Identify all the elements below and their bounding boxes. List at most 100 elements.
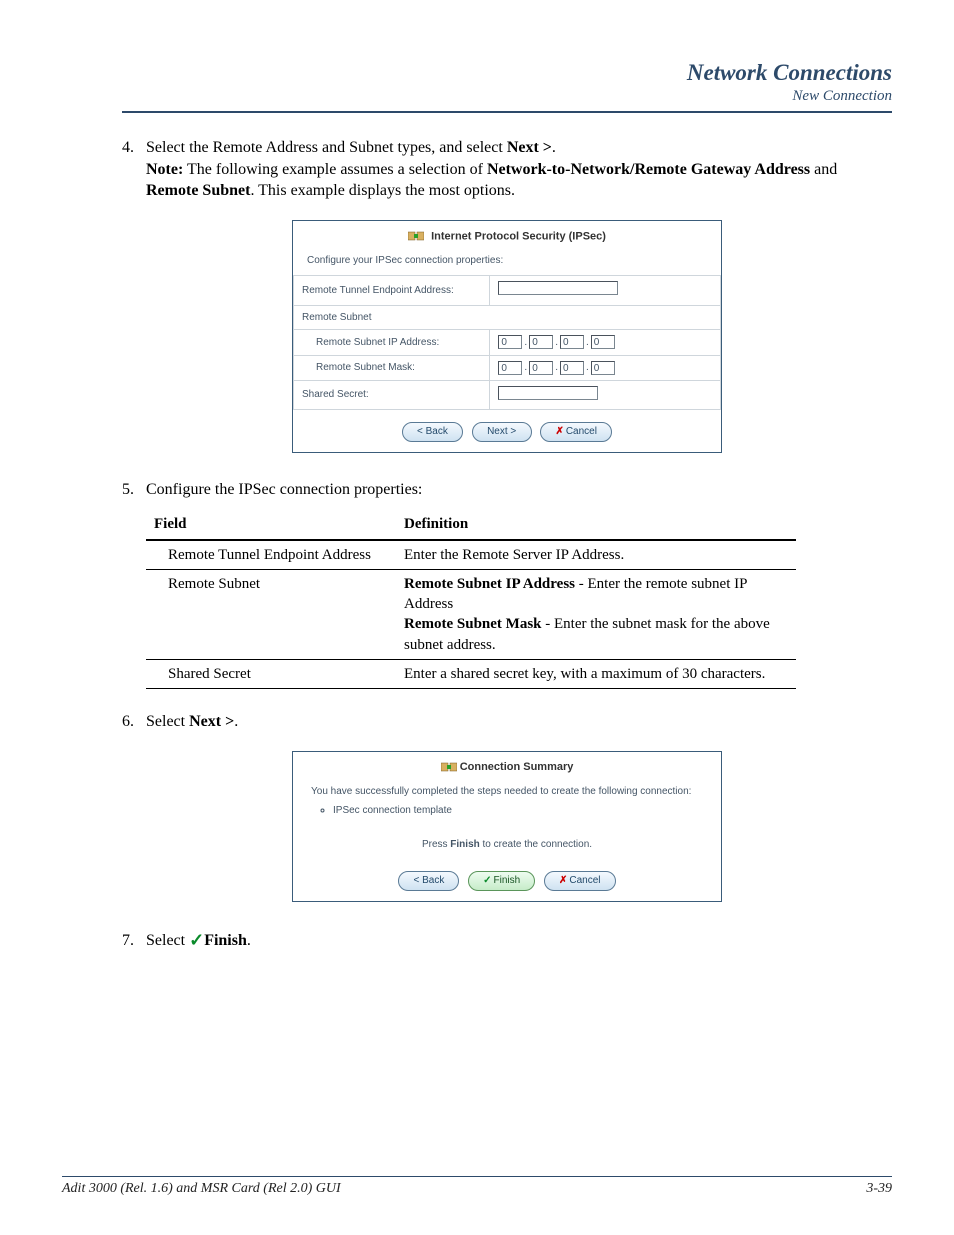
definition-table: Field Definition Remote Tunnel Endpoint … (146, 510, 796, 689)
def-definition-subnet: Remote Subnet IP Address - Enter the rem… (396, 569, 796, 659)
dot: . (522, 361, 529, 375)
cell-subnet-ip: 0.0.0.0 (490, 330, 721, 355)
step-7-text-a: Select (146, 932, 189, 949)
check-icon: ✓ (483, 875, 491, 886)
summary-message: You have successfully completed the step… (293, 779, 721, 799)
dot: . (522, 336, 529, 350)
endpoint-address-input[interactable] (498, 281, 618, 295)
step-4-text-c: . (552, 139, 556, 156)
row-subnet-ip: Remote Subnet IP Address: 0.0.0.0 (294, 330, 721, 355)
running-header: Network Connections New Connection (122, 60, 892, 105)
step-4-text-a: Select the Remote Address and Subnet typ… (146, 139, 507, 156)
ipsec-button-row: < Back Next > ✗Cancel (293, 410, 721, 452)
footer-page-number: 3-39 (866, 1181, 892, 1197)
x-icon: ✗ (555, 426, 563, 437)
step-7-text-c: . (247, 932, 251, 949)
figure-1-wrap: Internet Protocol Security (IPSec) Confi… (122, 220, 892, 453)
check-icon: ✓ (189, 930, 204, 950)
def-definition-endpoint: Enter the Remote Server IP Address. (396, 540, 796, 570)
subnet-ip-octet-3[interactable]: 0 (560, 335, 584, 349)
press-c: to create the connection. (480, 839, 592, 850)
press-a: Press (422, 839, 450, 850)
subnet-ip-octet-4[interactable]: 0 (591, 335, 615, 349)
label-remote-subnet: Remote Subnet (294, 305, 721, 330)
cell-endpoint-input (490, 276, 721, 306)
label-endpoint: Remote Tunnel Endpoint Address: (294, 276, 490, 306)
label-subnet-mask: Remote Subnet Mask: (294, 355, 490, 380)
footer-left: Adit 3000 (Rel. 1.6) and MSR Card (Rel 2… (62, 1181, 341, 1197)
chapter-title: Network Connections (122, 60, 892, 86)
def-header-definition: Definition (396, 510, 796, 539)
finish-button[interactable]: ✓Finish (468, 871, 535, 891)
cancel-button[interactable]: ✗Cancel (544, 871, 616, 891)
step-number: 5. (122, 479, 146, 501)
finish-button-label: Finish (494, 875, 521, 886)
step-6-next-label: Next > (189, 713, 234, 730)
subnet-mask-octet-2[interactable]: 0 (529, 361, 553, 375)
dot: . (584, 336, 591, 350)
def-field-secret: Shared Secret (146, 659, 396, 688)
ipsec-icon (441, 761, 460, 773)
section-title: New Connection (122, 88, 892, 105)
header-rule (122, 111, 892, 113)
ipsec-config-panel: Internet Protocol Security (IPSec) Confi… (292, 220, 722, 453)
def-header-field: Field (146, 510, 396, 539)
cancel-button[interactable]: ✗Cancel (540, 422, 612, 442)
subnet-ip-octet-2[interactable]: 0 (529, 335, 553, 349)
subnet-mask-octet-4[interactable]: 0 (591, 361, 615, 375)
note-label: Note: (146, 161, 183, 178)
shared-secret-input[interactable] (498, 386, 598, 400)
row-subnet-mask: Remote Subnet Mask: 0.0.0.0 (294, 355, 721, 380)
dot: . (553, 361, 560, 375)
def-subnet-ip-bold: Remote Subnet IP Address (404, 576, 575, 592)
step-6-text-c: . (234, 713, 238, 730)
press-finish-bold: Finish (450, 839, 479, 850)
cell-shared-secret (490, 380, 721, 410)
row-remote-subnet: Remote Subnet (294, 305, 721, 330)
page-content: 4.Select the Remote Address and Subnet t… (122, 137, 892, 952)
step-4-next-label: Next > (507, 139, 552, 156)
step-5-text: Configure the IPSec connection propertie… (146, 481, 422, 498)
figure-2-wrap: Connection Summary You have successfully… (122, 751, 892, 902)
connection-summary-panel: Connection Summary You have successfully… (292, 751, 722, 902)
subnet-ip-octet-1[interactable]: 0 (498, 335, 522, 349)
note-text-a: The following example assumes a selectio… (183, 161, 487, 178)
label-shared-secret: Shared Secret: (294, 380, 490, 410)
cell-subnet-mask: 0.0.0.0 (490, 355, 721, 380)
step-number: 7. (122, 930, 146, 952)
step-7: 7.Select ✓Finish. (122, 928, 892, 952)
step-6-text-a: Select (146, 713, 189, 730)
step-4: 4.Select the Remote Address and Subnet t… (122, 137, 892, 453)
ipsec-panel-title: Internet Protocol Security (IPSec) (431, 230, 606, 242)
subnet-mask-octet-3[interactable]: 0 (560, 361, 584, 375)
cancel-button-label: Cancel (566, 426, 597, 437)
next-button[interactable]: Next > (472, 422, 532, 442)
summary-title: Connection Summary (460, 761, 574, 773)
back-button[interactable]: < Back (398, 871, 459, 891)
def-row-endpoint: Remote Tunnel Endpoint Address Enter the… (146, 540, 796, 570)
note-text-e: . This example displays the most options… (250, 182, 515, 199)
back-button[interactable]: < Back (402, 422, 463, 442)
step-4-note: Note: The following example assumes a se… (122, 159, 892, 202)
note-bold-1: Network-to-Network/Remote Gateway Addres… (487, 161, 810, 178)
step-5: 5.Configure the IPSec connection propert… (122, 479, 892, 689)
summary-bullet-item: IPSec connection template (333, 804, 721, 818)
def-field-endpoint: Remote Tunnel Endpoint Address (146, 540, 396, 570)
step-list: 4.Select the Remote Address and Subnet t… (122, 137, 892, 952)
summary-press-text: Press Finish to create the connection. (293, 828, 721, 860)
ipsec-icon (408, 230, 427, 242)
def-row-subnet: Remote Subnet Remote Subnet IP Address -… (146, 569, 796, 659)
def-field-subnet: Remote Subnet (146, 569, 396, 659)
page: Network Connections New Connection 4.Sel… (0, 0, 954, 1235)
def-row-secret: Shared Secret Enter a shared secret key,… (146, 659, 796, 688)
def-header-row: Field Definition (146, 510, 796, 539)
ipsec-properties-table: Remote Tunnel Endpoint Address: Remote S… (293, 275, 721, 410)
page-footer: Adit 3000 (Rel. 1.6) and MSR Card (Rel 2… (62, 1176, 892, 1197)
row-shared-secret: Shared Secret: (294, 380, 721, 410)
summary-button-row: < Back ✓Finish ✗Cancel (293, 859, 721, 901)
step-number: 4. (122, 137, 146, 159)
row-endpoint: Remote Tunnel Endpoint Address: (294, 276, 721, 306)
subnet-mask-octet-1[interactable]: 0 (498, 361, 522, 375)
dot: . (584, 361, 591, 375)
def-definition-secret: Enter a shared secret key, with a maximu… (396, 659, 796, 688)
